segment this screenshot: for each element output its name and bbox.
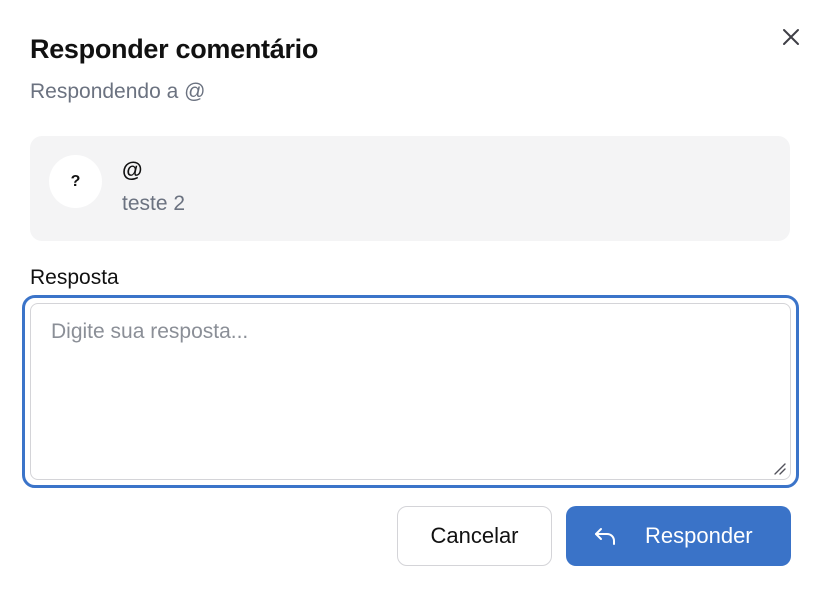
comment-text: teste 2: [122, 192, 186, 215]
cancel-button[interactable]: Cancelar: [397, 506, 552, 566]
close-button[interactable]: [776, 22, 806, 52]
dialog-title: Responder comentário: [30, 34, 319, 64]
reply-field-focus-ring: [22, 295, 799, 488]
comment-author: @: [122, 159, 143, 182]
close-icon: [783, 29, 799, 45]
original-comment-card: ? @ teste 2: [30, 136, 790, 241]
reply-textarea[interactable]: [30, 303, 791, 480]
reply-field-label: Resposta: [30, 266, 119, 289]
reply-comment-dialog: Responder comentário Respondendo a @ ? @…: [0, 0, 826, 594]
submit-reply-label: Responder: [645, 523, 753, 548]
reply-arrow-icon: [595, 528, 615, 545]
avatar: ?: [49, 155, 102, 208]
resize-handle-icon[interactable]: [772, 461, 786, 475]
dialog-subtitle: Respondendo a @: [30, 80, 206, 103]
submit-reply-button[interactable]: Responder: [566, 506, 791, 566]
